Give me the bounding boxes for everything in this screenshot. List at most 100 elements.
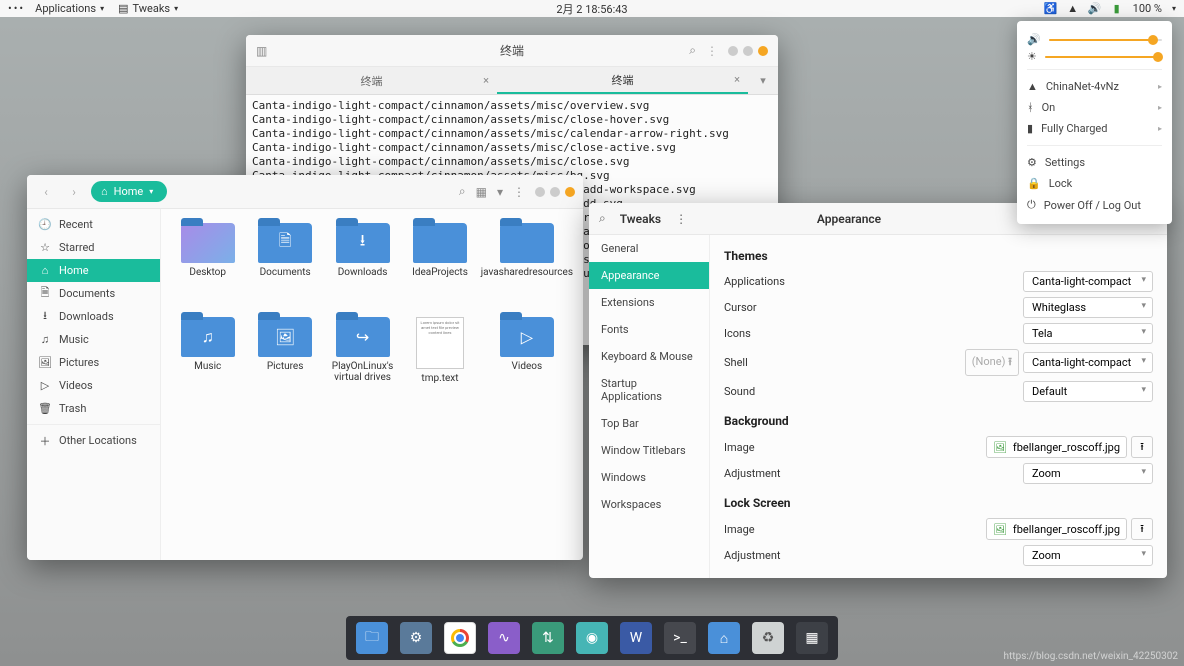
activities-dots[interactable]: •••: [8, 2, 25, 15]
wifi-row[interactable]: ▲ChinaNet-4vNz▸: [1027, 76, 1162, 97]
close-button[interactable]: [758, 46, 768, 56]
category-window-titlebars[interactable]: Window Titlebars: [589, 437, 709, 464]
sidebar-item-starred[interactable]: ☆Starred: [27, 236, 160, 259]
terminal-menu-icon[interactable]: ▥: [256, 44, 267, 58]
cursor-theme-combo[interactable]: Whiteglass: [1023, 297, 1153, 318]
sidebar-item-pictures[interactable]: 🖼Pictures: [27, 351, 160, 374]
sidebar-icon: 🖼: [39, 357, 51, 369]
dock-terminal-icon[interactable]: >_: [664, 622, 696, 654]
file-item[interactable]: Desktop: [171, 223, 244, 313]
min-button[interactable]: [728, 46, 738, 56]
applications-theme-combo[interactable]: Canta-light-compact: [1023, 271, 1153, 292]
min-button[interactable]: [535, 187, 545, 197]
lockscreen-upload-button[interactable]: ⭱: [1131, 518, 1153, 540]
active-app-indicator[interactable]: ▤ Tweaks ▾: [118, 2, 178, 15]
back-button[interactable]: ‹: [35, 181, 57, 203]
view-options-icon[interactable]: ▾: [497, 185, 503, 199]
sidebar-icon: 🕘: [39, 219, 51, 231]
icons-theme-combo[interactable]: Tela: [1023, 323, 1153, 344]
applications-menu[interactable]: Applications▾: [35, 2, 104, 15]
search-icon[interactable]: ⌕: [599, 211, 606, 226]
accessibility-icon[interactable]: ♿: [1045, 3, 1057, 15]
shell-none-button[interactable]: (None) ⭱: [965, 349, 1019, 376]
close-tab-icon[interactable]: ×: [483, 74, 489, 87]
category-general[interactable]: General: [589, 235, 709, 262]
dock: 🗀 ⚙ ∿ ⇅ ◉ W >_ ⌂ ♻ ▦: [346, 616, 838, 660]
dock-arrows-icon[interactable]: ⇅: [532, 622, 564, 654]
background-adjustment-combo[interactable]: Zoom: [1023, 463, 1153, 484]
poweroff-row[interactable]: ⏻Power Off / Log Out: [1027, 194, 1162, 216]
brightness-slider[interactable]: [1045, 56, 1162, 58]
kebab-icon[interactable]: ⋮: [675, 212, 687, 226]
dock-wave-icon[interactable]: ∿: [488, 622, 520, 654]
settings-row[interactable]: ⚙Settings: [1027, 152, 1162, 173]
power-icon: ⏻: [1027, 198, 1036, 212]
shell-theme-combo[interactable]: Canta-light-compact: [1023, 352, 1153, 373]
lockscreen-adjustment-combo[interactable]: Zoom: [1023, 545, 1153, 566]
dock-disc-icon[interactable]: ◉: [576, 622, 608, 654]
file-item[interactable]: IdeaProjects: [403, 223, 476, 313]
bluetooth-row[interactable]: ᚼOn▸: [1027, 97, 1162, 118]
terminal-tab-1[interactable]: 终端×: [497, 67, 748, 94]
view-toggle-icon[interactable]: ▦: [476, 185, 487, 199]
sidebar-item-recent[interactable]: 🕘Recent: [27, 213, 160, 236]
sidebar-item-other-locations[interactable]: ＋Other Locations: [27, 429, 160, 452]
category-workspaces[interactable]: Workspaces: [589, 491, 709, 518]
close-tab-icon[interactable]: ×: [734, 73, 740, 86]
file-item[interactable]: ⭳Downloads: [326, 223, 399, 313]
category-top-bar[interactable]: Top Bar: [589, 410, 709, 437]
clock[interactable]: 2月 2 18:56:43: [556, 1, 627, 17]
battery-pct[interactable]: 100 %: [1133, 2, 1162, 15]
category-fonts[interactable]: Fonts: [589, 316, 709, 343]
dock-settings-icon[interactable]: ⚙: [400, 622, 432, 654]
file-item[interactable]: 🗎Documents: [248, 223, 321, 313]
category-keyboard-mouse[interactable]: Keyboard & Mouse: [589, 343, 709, 370]
sidebar-item-trash[interactable]: 🗑Trash: [27, 397, 160, 420]
max-button[interactable]: [550, 187, 560, 197]
file-item[interactable]: javasharedresources: [481, 223, 573, 313]
new-tab-button[interactable]: ▾: [748, 67, 778, 94]
dock-files-icon[interactable]: 🗀: [356, 622, 388, 654]
category-extensions[interactable]: Extensions: [589, 289, 709, 316]
category-appearance[interactable]: Appearance: [589, 262, 709, 289]
category-windows[interactable]: Windows: [589, 464, 709, 491]
dock-wps-icon[interactable]: W: [620, 622, 652, 654]
close-button[interactable]: [565, 187, 575, 197]
sidebar-item-music[interactable]: ♫Music: [27, 328, 160, 351]
forward-button[interactable]: ›: [63, 181, 85, 203]
dock-folder-icon[interactable]: ⌂: [708, 622, 740, 654]
file-item[interactable]: Lorem ipsum dolor sit amet text file pre…: [403, 317, 476, 407]
sidebar-item-downloads[interactable]: ⭳Downloads: [27, 305, 160, 328]
kebab-icon[interactable]: ⋮: [513, 185, 525, 199]
volume-icon[interactable]: 🔊: [1089, 3, 1101, 15]
kebab-icon[interactable]: ⋮: [706, 44, 718, 58]
lockscreen-image-button[interactable]: 🖼fbellanger_roscoff.jpg: [986, 518, 1127, 540]
terminal-tab-0[interactable]: 终端×: [246, 67, 497, 94]
category-startup-applications[interactable]: Startup Applications: [589, 370, 709, 410]
file-item[interactable]: 🖼Pictures: [248, 317, 321, 407]
dock-apps-icon[interactable]: ▦: [796, 622, 828, 654]
lock-row[interactable]: 🔒Lock: [1027, 173, 1162, 194]
sidebar-item-home[interactable]: ⌂Home: [27, 259, 160, 282]
files-grid: Desktop🗎Documents⭳DownloadsIdeaProjectsj…: [161, 209, 583, 560]
search-icon[interactable]: ⌕: [689, 43, 696, 58]
background-image-button[interactable]: 🖼fbellanger_roscoff.jpg: [986, 436, 1127, 458]
file-item[interactable]: ▷Videos: [481, 317, 573, 407]
volume-slider[interactable]: [1049, 39, 1162, 41]
file-item[interactable]: ↪PlayOnLinux's virtual drives: [326, 317, 399, 407]
sound-theme-combo[interactable]: Default: [1023, 381, 1153, 402]
wifi-icon[interactable]: ▲: [1067, 3, 1079, 15]
breadcrumb-home[interactable]: ⌂Home▾: [91, 181, 167, 202]
dock-chrome-icon[interactable]: [444, 622, 476, 654]
dock-trash-icon[interactable]: ♻: [752, 622, 784, 654]
background-upload-button[interactable]: ⭱: [1131, 436, 1153, 458]
sidebar-item-documents[interactable]: 🗎Documents: [27, 282, 160, 305]
power-row[interactable]: ▮Fully Charged▸: [1027, 118, 1162, 139]
max-button[interactable]: [743, 46, 753, 56]
battery-icon[interactable]: ▮: [1111, 3, 1123, 15]
file-item[interactable]: ♫Music: [171, 317, 244, 407]
search-icon[interactable]: ⌕: [459, 184, 466, 199]
sidebar-icon: ⭳: [39, 311, 51, 323]
lock-icon: 🔒: [1027, 177, 1041, 190]
sidebar-item-videos[interactable]: ▷Videos: [27, 374, 160, 397]
